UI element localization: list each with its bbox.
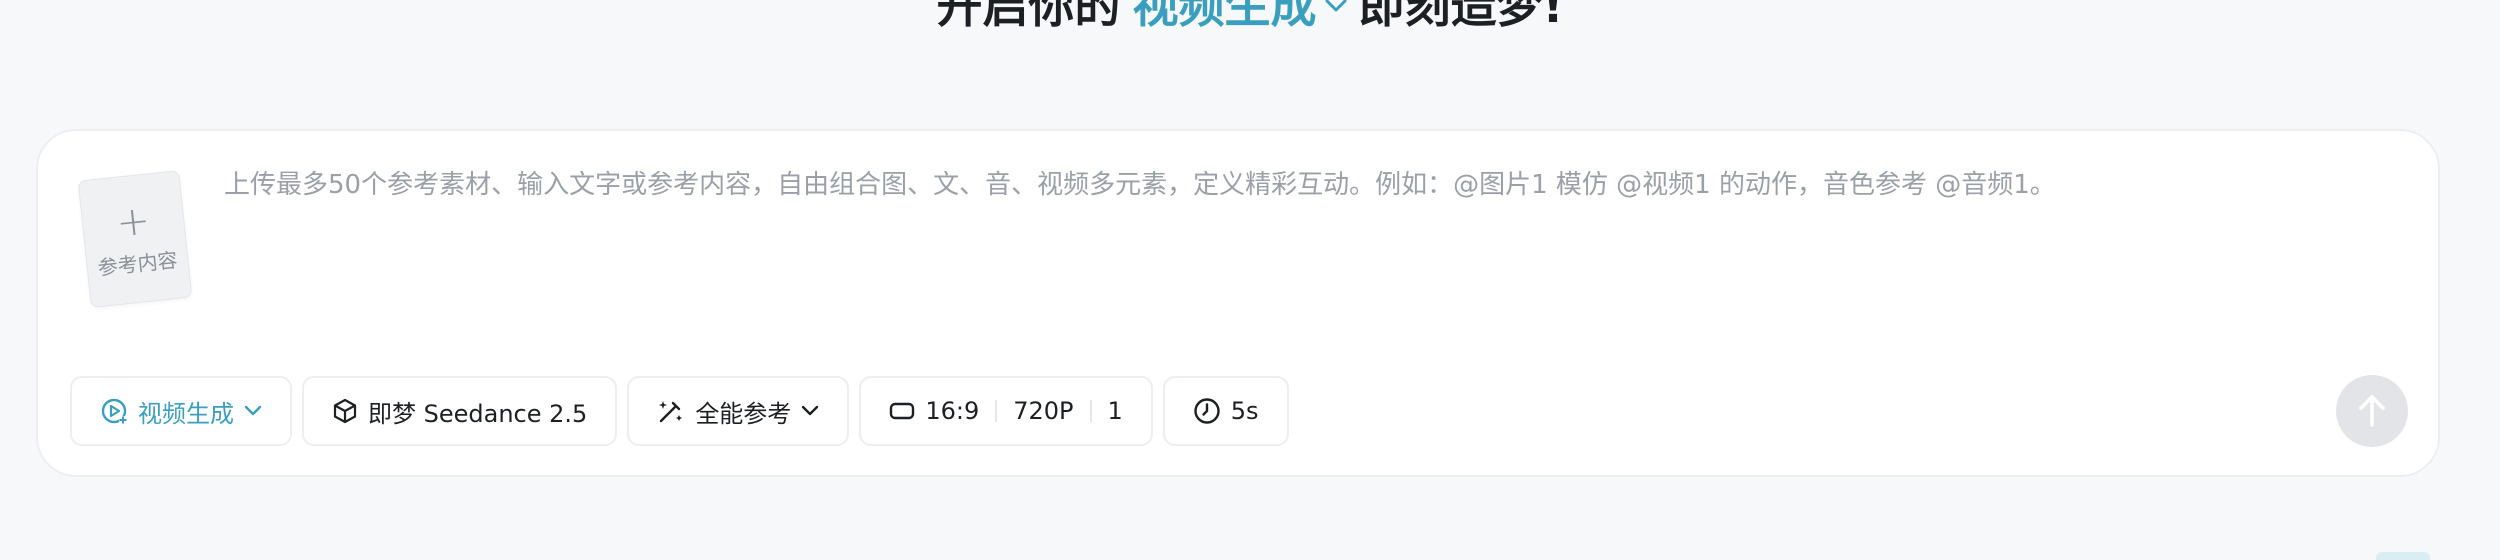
- reference-mode-select[interactable]: 全能参考: [627, 376, 850, 446]
- hero-title-prefix: 开启你的: [936, 0, 1121, 33]
- reference-upload-button[interactable]: + 参考内容: [77, 170, 193, 308]
- model-select[interactable]: 即梦 Seedance 2.5: [302, 376, 618, 446]
- divider: [1089, 400, 1092, 422]
- cube-icon: [333, 398, 357, 424]
- duration-select[interactable]: 5s: [1162, 376, 1289, 446]
- output-settings-button[interactable]: 16:9 720P 1: [859, 376, 1153, 446]
- mode-select-label: 视频生成: [138, 399, 234, 428]
- divider: [995, 400, 998, 422]
- composer-card: + 参考内容 视频生成 即梦 Seedance 2.5: [36, 129, 2440, 477]
- chevron-down-icon: [244, 405, 262, 416]
- aspect-ratio-value: 16:9: [925, 397, 980, 425]
- hero-mode-dropdown[interactable]: 视频生成: [1133, 0, 1347, 36]
- clock-icon: [1194, 398, 1220, 424]
- prompt-input[interactable]: [222, 163, 2406, 317]
- arrow-up-icon: [2359, 395, 2385, 427]
- mode-select[interactable]: 视频生成: [70, 376, 292, 446]
- chevron-down-icon: [1325, 0, 1346, 12]
- resolution-value: 720P: [1013, 397, 1074, 425]
- composer-toolbar: 视频生成 即梦 Seedance 2.5 全能参考 16:9 720P 1 5s: [70, 376, 1289, 448]
- chevron-down-icon: [802, 405, 819, 416]
- video-spark-icon: [101, 398, 127, 424]
- output-count-value: 1: [1107, 397, 1123, 425]
- hero-title-suffix: 即刻造梦!: [1358, 0, 1564, 33]
- send-button[interactable]: [2336, 375, 2408, 447]
- aspect-ratio-icon: [890, 402, 915, 420]
- model-select-label: 即梦 Seedance 2.5: [368, 399, 588, 428]
- page: 开启你的视频生成即刻造梦! + 参考内容 视频生成: [0, 0, 2500, 560]
- duration-value: 5s: [1230, 397, 1259, 425]
- floating-widget-edge: [2376, 552, 2430, 560]
- plus-icon: +: [114, 196, 153, 247]
- reference-upload-label: 参考内容: [96, 247, 179, 280]
- magic-wand-icon: [659, 401, 683, 423]
- reference-mode-label: 全能参考: [695, 399, 792, 428]
- hero-title: 开启你的 视频生成 即刻造梦!: [0, 0, 2500, 36]
- hero-mode-label: 视频生成: [1132, 0, 1317, 33]
